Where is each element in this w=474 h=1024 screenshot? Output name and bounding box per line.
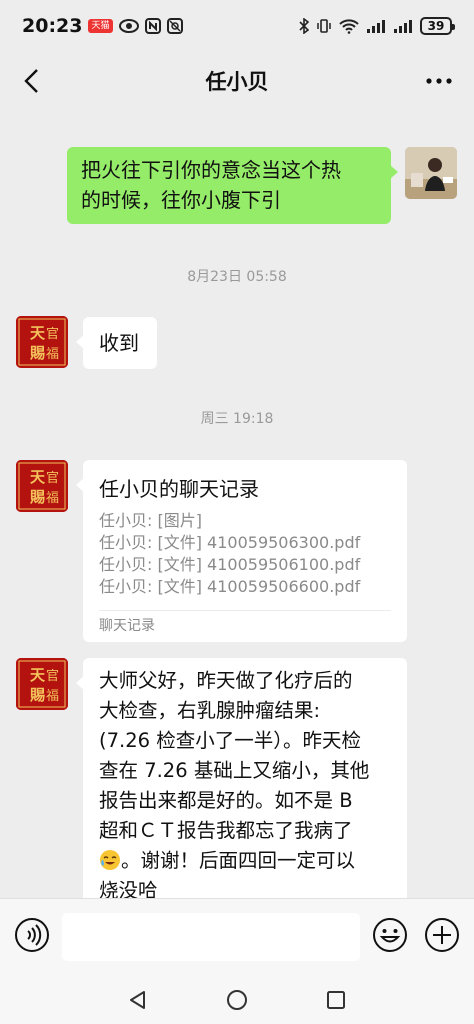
svg-text:賜: 賜: [30, 488, 45, 506]
svg-text:福: 福: [46, 491, 59, 506]
message-line: 查在 7.26 基础上又缩小，其他: [99, 759, 370, 782]
record-line: 任小贝: [图片]: [99, 511, 202, 530]
svg-text:天: 天: [30, 468, 46, 486]
status-right-icons: 39: [299, 17, 455, 35]
record-line: 任小贝: [文件] 410059506300.pdf: [99, 533, 361, 552]
more-button[interactable]: [422, 64, 456, 98]
more-icon: [426, 78, 452, 84]
wifi-icon: [339, 18, 359, 34]
message-line: 超和ＣＴ报告我都忘了我病了: [99, 819, 353, 842]
voice-button[interactable]: [13, 916, 51, 954]
tmall-notification-icon: 天猫: [88, 19, 113, 33]
record-line: 任小贝: [文件] 410059506100.pdf: [99, 555, 361, 574]
triangle-back-icon: [130, 991, 145, 1009]
svg-text:官: 官: [46, 470, 59, 486]
back-button[interactable]: [14, 64, 48, 98]
alarm-off-icon: [166, 18, 183, 34]
stamp-avatar-icon: 天 賜 官 福: [16, 316, 68, 368]
nfc-icon: [144, 18, 161, 34]
emoji-icon: [373, 918, 407, 952]
message-line: 大师父好，昨天做了化疗后的: [99, 669, 353, 692]
signal-icon: [366, 19, 386, 33]
svg-text:賜: 賜: [30, 686, 45, 704]
message-line: (7.26 检查小了一半）。昨天检: [99, 729, 361, 752]
battery-icon: 39: [420, 17, 455, 35]
system-home-button[interactable]: [221, 984, 253, 1016]
record-footer: 聊天记录: [99, 618, 155, 634]
vibrate-icon: [316, 18, 332, 34]
svg-text:天: 天: [30, 324, 46, 342]
record-line: 任小贝: [文件] 410059506600.pdf: [99, 577, 361, 596]
input-bar: [0, 898, 474, 974]
message-text: 收到: [99, 331, 139, 355]
timestamp: 周三 19:18: [200, 411, 274, 427]
system-navigation-bar: [0, 974, 474, 1024]
eye-icon: [118, 19, 139, 33]
outgoing-message[interactable]: 把火往下引你的意念当这个热 的时候，往你小腹下引: [67, 147, 398, 224]
message-line: 的时候，往你小腹下引: [81, 188, 281, 212]
svg-text:官: 官: [46, 326, 59, 342]
timestamp: 8月23日 05:58: [187, 269, 287, 285]
chat-title: 任小贝: [205, 70, 269, 94]
svg-text:天: 天: [30, 666, 46, 684]
square-recents-icon: [327, 991, 345, 1009]
crying-laughing-emoji-icon: [100, 850, 120, 870]
incoming-message[interactable]: 收到: [76, 317, 157, 369]
contact-avatar[interactable]: 天 賜 官 福: [16, 658, 68, 710]
back-icon: [24, 69, 38, 93]
message-input[interactable]: [62, 913, 360, 961]
contact-avatar[interactable]: 天 賜 官 福: [16, 316, 68, 368]
stamp-avatar-icon: 天 賜 官 福: [16, 658, 68, 710]
add-icon: [425, 918, 459, 952]
svg-text:福: 福: [46, 689, 59, 704]
record-title: 任小贝的聊天记录: [99, 477, 259, 501]
chat-area[interactable]: 把火往下引你的意念当这个热 的时候，往你小腹下引 8月23日 05:58 天 賜…: [0, 110, 474, 898]
message-line: 大检查，右乳腺肿瘤结果:: [99, 699, 321, 722]
system-recents-button[interactable]: [320, 984, 352, 1016]
contact-avatar[interactable]: 天 賜 官 福: [16, 460, 68, 512]
chat-header: 任小贝: [0, 52, 474, 110]
message-line: 。谢谢！后面四回一定可以: [99, 846, 393, 876]
status-left-icons: 天猫: [88, 18, 183, 34]
chat-record-card[interactable]: 任小贝的聊天记录 任小贝: [图片] 任小贝: [文件] 41005950630…: [76, 460, 407, 642]
emoji-button[interactable]: [371, 916, 409, 954]
status-time: 20:23: [22, 15, 83, 37]
stamp-avatar-icon: 天 賜 官 福: [16, 460, 68, 512]
svg-text:賜: 賜: [30, 344, 45, 362]
system-back-button[interactable]: [122, 984, 154, 1016]
incoming-long-message[interactable]: 大师父好，昨天做了化疗后的 大检查，右乳腺肿瘤结果: (7.26 检查小了一半）…: [76, 658, 407, 898]
signal-icon-2: [393, 19, 413, 33]
status-bar: 20:23 天猫 39: [0, 0, 474, 52]
svg-text:官: 官: [46, 668, 59, 684]
voice-icon: [15, 918, 49, 952]
my-avatar[interactable]: [405, 147, 457, 199]
add-button[interactable]: [423, 916, 461, 954]
svg-text:福: 福: [46, 347, 59, 362]
circle-home-icon: [227, 990, 247, 1010]
message-line: 报告出来都是好的。如不是 B: [99, 789, 353, 812]
profile-photo-icon: [405, 147, 457, 199]
message-line: 烧没哈: [99, 879, 158, 898]
bluetooth-icon: [299, 18, 309, 34]
message-line: 把火往下引你的意念当这个热: [81, 158, 341, 182]
message-line-text: 。谢谢！后面四回一定可以: [121, 849, 356, 872]
